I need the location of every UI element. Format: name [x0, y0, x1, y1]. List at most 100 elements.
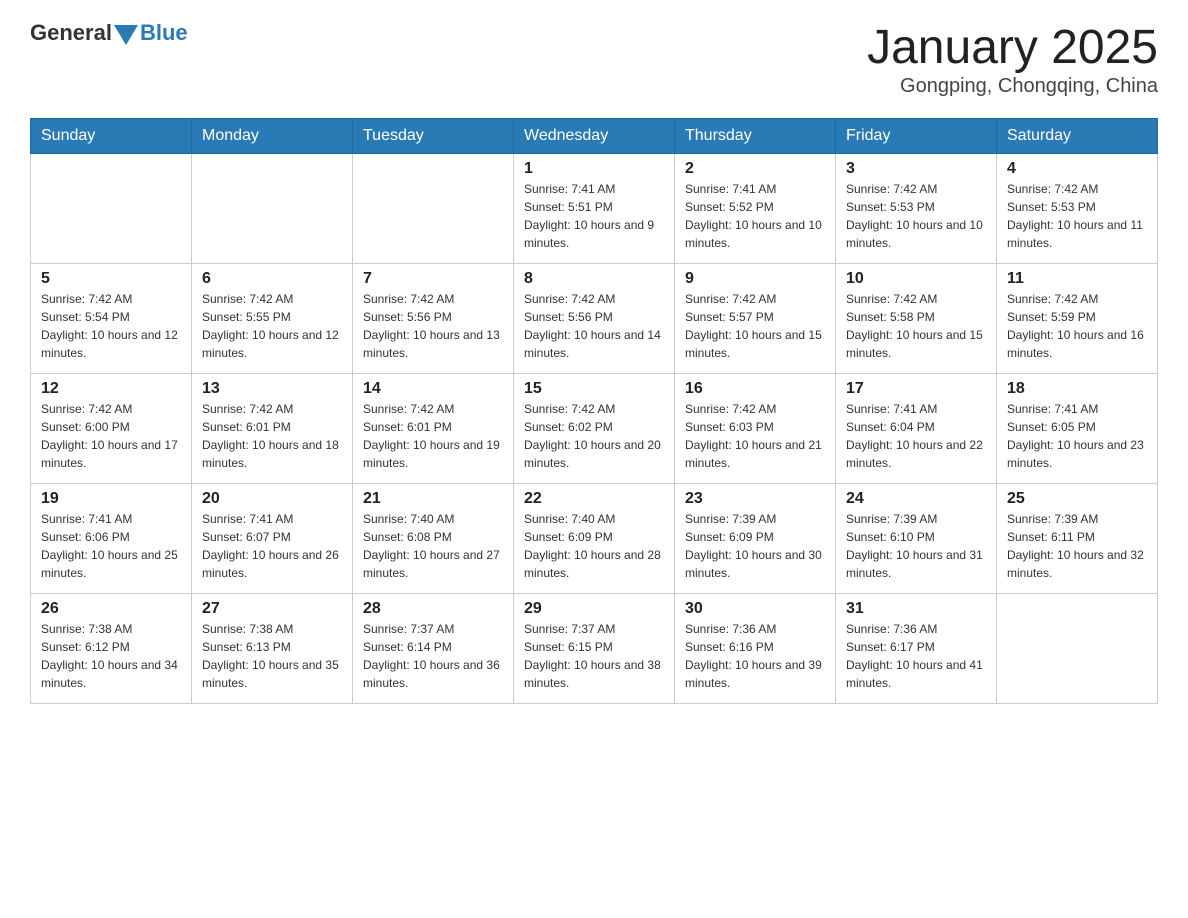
calendar-cell: 21Sunrise: 7:40 AM Sunset: 6:08 PM Dayli… [353, 484, 514, 594]
calendar-cell: 24Sunrise: 7:39 AM Sunset: 6:10 PM Dayli… [836, 484, 997, 594]
day-number: 3 [846, 160, 986, 178]
day-number: 25 [1007, 490, 1147, 508]
day-number: 4 [1007, 160, 1147, 178]
calendar-cell [31, 154, 192, 264]
calendar-cell: 11 Sunrise: 7:42 AM Sunset: 5:59 PM Dayli… [997, 264, 1158, 374]
day-number: 23 [685, 490, 825, 508]
calendar-cell: 5 Sunrise: 7:42 AM Sunset: 5:54 PM Daylig… [31, 264, 192, 374]
day-info: Sunrise: 7:41 AM Sunset: 5:51 PM Dayligh… [524, 180, 664, 252]
logo: General Blue [30, 20, 188, 46]
day-info: Sunrise: 7:42 AM Sunset: 6:02 PM Dayligh… [524, 400, 664, 472]
day-number: 11 [1007, 270, 1147, 288]
calendar-cell: 7 Sunrise: 7:42 AM Sunset: 5:56 PM Daylig… [353, 264, 514, 374]
page-header: General Blue January 2025 Gongping, Chon… [30, 20, 1158, 98]
day-number: 9 [685, 270, 825, 288]
day-number: 22 [524, 490, 664, 508]
day-number: 28 [363, 600, 503, 618]
day-info: Sunrise: 7:41 AM Sunset: 6:05 PM Dayligh… [1007, 400, 1147, 472]
day-info: Sunrise: 7:42 AM Sunset: 5:54 PM Dayligh… [41, 290, 181, 362]
page-subtitle: Gongping, Chongqing, China [867, 75, 1158, 98]
day-number: 31 [846, 600, 986, 618]
calendar-week-5: 26 Sunrise: 7:38 AM Sunset: 6:12 PM Dayli… [31, 594, 1158, 704]
logo-blue-text: Blue [140, 20, 188, 46]
day-info: Sunrise: 7:42 AM Sunset: 5:59 PM Dayligh… [1007, 290, 1147, 362]
day-info: Sunrise: 7:42 AM Sunset: 5:56 PM Dayligh… [524, 290, 664, 362]
day-info: Sunrise: 7:38 AM Sunset: 6:13 PM Dayligh… [202, 620, 342, 692]
day-number: 18 [1007, 380, 1147, 398]
day-number: 2 [685, 160, 825, 178]
day-info: Sunrise: 7:36 AM Sunset: 6:17 PM Dayligh… [846, 620, 986, 692]
day-number: 10 [846, 270, 986, 288]
day-number: 26 [41, 600, 181, 618]
day-info: Sunrise: 7:42 AM Sunset: 5:58 PM Dayligh… [846, 290, 986, 362]
calendar-cell: 19Sunrise: 7:41 AM Sunset: 6:06 PM Dayli… [31, 484, 192, 594]
calendar-week-4: 19Sunrise: 7:41 AM Sunset: 6:06 PM Dayli… [31, 484, 1158, 594]
calendar-cell: 14Sunrise: 7:42 AM Sunset: 6:01 PM Dayli… [353, 374, 514, 484]
calendar-cell: 20 Sunrise: 7:41 AM Sunset: 6:07 PM Dayli… [192, 484, 353, 594]
logo-triangle-icon [114, 25, 138, 45]
calendar-cell: 26 Sunrise: 7:38 AM Sunset: 6:12 PM Dayli… [31, 594, 192, 704]
calendar-cell: 29 Sunrise: 7:37 AM Sunset: 6:15 PM Dayli… [514, 594, 675, 704]
calendar-header-sunday: Sunday [31, 119, 192, 154]
day-number: 20 [202, 490, 342, 508]
day-number: 5 [41, 270, 181, 288]
logo-general-text: General [30, 20, 112, 46]
day-info: Sunrise: 7:40 AM Sunset: 6:09 PM Dayligh… [524, 510, 664, 582]
calendar-cell: 1 Sunrise: 7:41 AM Sunset: 5:51 PM Daylig… [514, 154, 675, 264]
day-info: Sunrise: 7:41 AM Sunset: 6:07 PM Dayligh… [202, 510, 342, 582]
calendar-cell: 15Sunrise: 7:42 AM Sunset: 6:02 PM Dayli… [514, 374, 675, 484]
day-number: 24 [846, 490, 986, 508]
calendar-week-1: 1 Sunrise: 7:41 AM Sunset: 5:51 PM Daylig… [31, 154, 1158, 264]
day-number: 1 [524, 160, 664, 178]
day-number: 17 [846, 380, 986, 398]
calendar-cell: 2Sunrise: 7:41 AM Sunset: 5:52 PM Daylig… [675, 154, 836, 264]
day-info: Sunrise: 7:42 AM Sunset: 5:57 PM Dayligh… [685, 290, 825, 362]
calendar-cell: 9 Sunrise: 7:42 AM Sunset: 5:57 PM Daylig… [675, 264, 836, 374]
calendar-cell: 3 Sunrise: 7:42 AM Sunset: 5:53 PM Daylig… [836, 154, 997, 264]
day-info: Sunrise: 7:42 AM Sunset: 6:01 PM Dayligh… [363, 400, 503, 472]
calendar-header-wednesday: Wednesday [514, 119, 675, 154]
calendar-cell [192, 154, 353, 264]
day-info: Sunrise: 7:38 AM Sunset: 6:12 PM Dayligh… [41, 620, 181, 692]
calendar-cell: 28 Sunrise: 7:37 AM Sunset: 6:14 PM Dayli… [353, 594, 514, 704]
day-number: 30 [685, 600, 825, 618]
day-info: Sunrise: 7:39 AM Sunset: 6:09 PM Dayligh… [685, 510, 825, 582]
day-info: Sunrise: 7:41 AM Sunset: 6:04 PM Dayligh… [846, 400, 986, 472]
day-number: 19 [41, 490, 181, 508]
calendar-week-3: 12 Sunrise: 7:42 AM Sunset: 6:00 PM Dayli… [31, 374, 1158, 484]
calendar-header-saturday: Saturday [997, 119, 1158, 154]
calendar-cell: 13 Sunrise: 7:42 AM Sunset: 6:01 PM Dayli… [192, 374, 353, 484]
day-info: Sunrise: 7:42 AM Sunset: 6:00 PM Dayligh… [41, 400, 181, 472]
calendar-cell: 8 Sunrise: 7:42 AM Sunset: 5:56 PM Daylig… [514, 264, 675, 374]
day-info: Sunrise: 7:42 AM Sunset: 5:53 PM Dayligh… [846, 180, 986, 252]
day-info: Sunrise: 7:37 AM Sunset: 6:14 PM Dayligh… [363, 620, 503, 692]
day-info: Sunrise: 7:37 AM Sunset: 6:15 PM Dayligh… [524, 620, 664, 692]
calendar-header-tuesday: Tuesday [353, 119, 514, 154]
day-info: Sunrise: 7:42 AM Sunset: 5:55 PM Dayligh… [202, 290, 342, 362]
day-number: 6 [202, 270, 342, 288]
calendar-cell: 10 Sunrise: 7:42 AM Sunset: 5:58 PM Dayli… [836, 264, 997, 374]
title-block: January 2025 Gongping, Chongqing, China [867, 20, 1158, 98]
calendar-cell: 12 Sunrise: 7:42 AM Sunset: 6:00 PM Dayli… [31, 374, 192, 484]
calendar-cell: 4Sunrise: 7:42 AM Sunset: 5:53 PM Daylig… [997, 154, 1158, 264]
day-info: Sunrise: 7:42 AM Sunset: 6:03 PM Dayligh… [685, 400, 825, 472]
calendar-cell: 27 Sunrise: 7:38 AM Sunset: 6:13 PM Dayli… [192, 594, 353, 704]
day-number: 7 [363, 270, 503, 288]
calendar-cell [353, 154, 514, 264]
calendar-cell: 18 Sunrise: 7:41 AM Sunset: 6:05 PM Dayli… [997, 374, 1158, 484]
calendar-cell: 30 Sunrise: 7:36 AM Sunset: 6:16 PM Dayli… [675, 594, 836, 704]
calendar-header-row: SundayMondayTuesdayWednesdayThursdayFrid… [31, 119, 1158, 154]
day-info: Sunrise: 7:36 AM Sunset: 6:16 PM Dayligh… [685, 620, 825, 692]
calendar-cell: 6 Sunrise: 7:42 AM Sunset: 5:55 PM Daylig… [192, 264, 353, 374]
day-number: 29 [524, 600, 664, 618]
day-info: Sunrise: 7:42 AM Sunset: 6:01 PM Dayligh… [202, 400, 342, 472]
calendar-cell: 31 Sunrise: 7:36 AM Sunset: 6:17 PM Dayli… [836, 594, 997, 704]
calendar-cell [997, 594, 1158, 704]
day-number: 21 [363, 490, 503, 508]
day-number: 13 [202, 380, 342, 398]
day-info: Sunrise: 7:42 AM Sunset: 5:56 PM Dayligh… [363, 290, 503, 362]
day-number: 27 [202, 600, 342, 618]
calendar-table: SundayMondayTuesdayWednesdayThursdayFrid… [30, 118, 1158, 704]
day-number: 8 [524, 270, 664, 288]
day-number: 12 [41, 380, 181, 398]
